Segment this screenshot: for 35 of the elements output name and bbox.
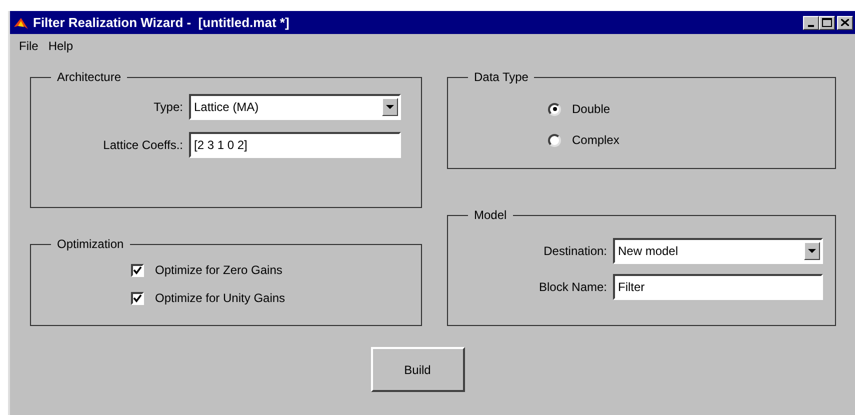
close-icon [841,19,849,26]
checkbox[interactable] [131,292,144,304]
dropdown[interactable]: Lattice (MA) [189,94,401,120]
checkmark-icon [133,294,142,302]
minimize-button[interactable] [803,16,819,30]
dropdown[interactable]: New model [613,238,823,264]
close-button[interactable] [837,16,853,30]
window-title: Filter Realization Wizard - [untitled.mat *] [33,15,290,30]
input-field[interactable]: [2 3 1 0 2] [189,132,401,158]
build-button[interactable]: Build [370,347,464,392]
maximize-button[interactable] [819,16,835,30]
panel-title: Model [473,208,508,222]
field-label: Lattice Coeffs.: [103,138,183,152]
field-label: Block Name: [538,280,607,294]
checkbox-label: Optimize for Unity Gains [155,291,286,305]
panel-title: Optimization [56,237,125,251]
panel-title: Data Type [473,70,530,84]
input-field[interactable]: Filter [613,274,823,300]
minimize-icon [808,24,814,26]
menu-item[interactable]: Help [43,39,78,53]
radio-label: Double [572,102,610,116]
field-label: Destination: [542,244,607,258]
radio-button[interactable] [548,134,561,146]
radio-label: Complex [572,133,620,147]
checkbox[interactable] [131,264,144,276]
field-label: Type: [152,100,183,114]
checkmark-icon [133,266,142,274]
radio-dot-icon [552,107,556,111]
menu-item[interactable]: File [14,39,44,53]
caret-icon [808,249,816,253]
checkbox-label: Optimize for Zero Gains [155,263,282,277]
maximize-icon [822,18,832,27]
panel-title: Architecture [56,70,122,84]
caret-icon [386,105,394,109]
radio-button[interactable] [548,102,561,116]
